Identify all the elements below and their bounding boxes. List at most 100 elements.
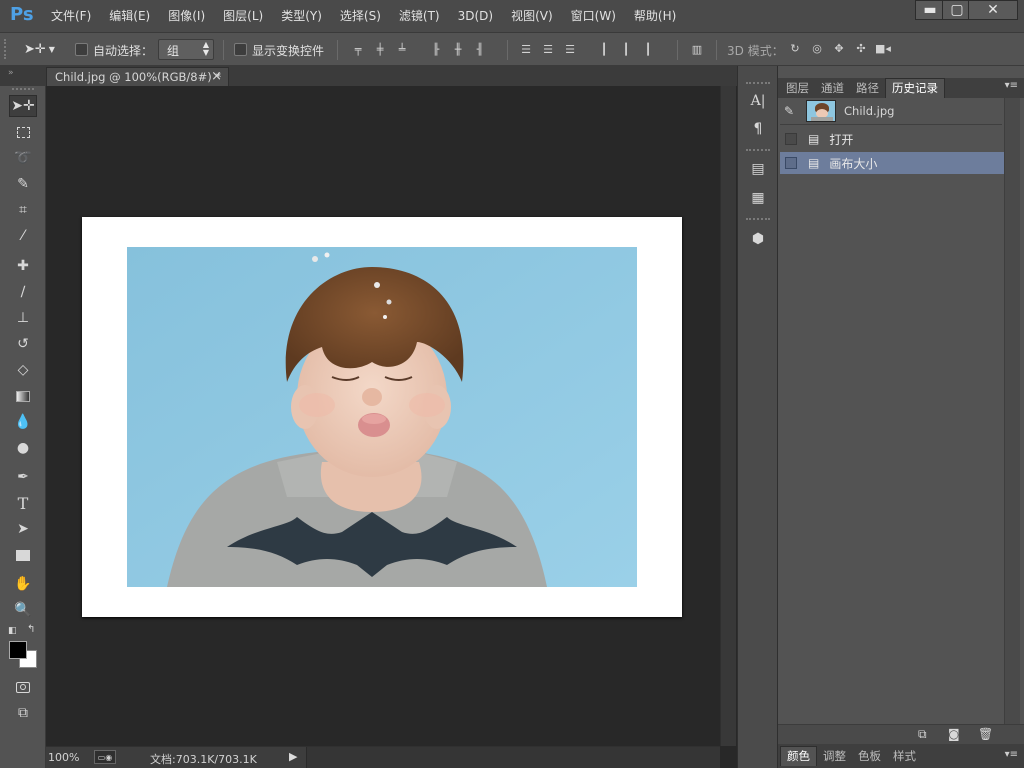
quick-mask-icon[interactable]: [9, 676, 37, 698]
history-step-selected[interactable]: ▤ 画布大小: [780, 152, 1004, 174]
crop-tool-icon[interactable]: ⌗: [9, 199, 37, 221]
lasso-tool-icon[interactable]: ➰: [9, 147, 37, 169]
collapse-toolbox-icon[interactable]: »: [8, 68, 14, 78]
trash-icon[interactable]: 🗑: [978, 727, 993, 741]
type-tool-icon[interactable]: T: [9, 492, 37, 514]
menu-view[interactable]: 视图(V): [502, 0, 562, 33]
panel-menu-icon[interactable]: ▾≡: [1005, 80, 1018, 91]
tab-paths[interactable]: 路径: [850, 79, 885, 98]
align-right-icon[interactable]: ╢: [472, 42, 488, 56]
healing-brush-tool-icon[interactable]: ✚: [9, 255, 37, 277]
align-bottom-icon[interactable]: ╧: [394, 42, 410, 56]
character-styles-icon[interactable]: ▤: [746, 158, 770, 180]
move-tool-icon[interactable]: ➤✛: [9, 95, 37, 117]
auto-select-checkbox[interactable]: [75, 43, 88, 56]
bottom-panel-menu-icon[interactable]: ▾≡: [1005, 749, 1018, 760]
menu-3d[interactable]: 3D(D): [449, 0, 502, 33]
3d-panel-icon[interactable]: ⬢: [746, 228, 770, 250]
history-step[interactable]: ▤ 打开: [780, 128, 1004, 150]
gradient-tool-icon[interactable]: [9, 385, 37, 407]
3d-drag-icon[interactable]: ✥: [831, 41, 847, 55]
clone-stamp-tool-icon[interactable]: ⊥: [9, 307, 37, 329]
paragraph-panel-icon[interactable]: ¶: [746, 118, 770, 140]
default-colors-icon[interactable]: ◧: [8, 626, 17, 636]
close-window-button[interactable]: ✕: [968, 0, 1018, 20]
distribute-vcenter-icon[interactable]: ☰: [540, 42, 556, 56]
tab-styles[interactable]: 样式: [887, 747, 922, 766]
align-hcenter-icon[interactable]: ╫: [450, 42, 466, 56]
status-menu-arrow-icon[interactable]: ▶: [289, 750, 297, 763]
character-panel-icon[interactable]: A|: [746, 90, 770, 112]
history-scrollbar[interactable]: [1004, 98, 1020, 724]
distribute-bottom-icon[interactable]: ☰: [562, 42, 578, 56]
menu-window[interactable]: 窗口(W): [562, 0, 625, 33]
minimize-button[interactable]: ▬: [915, 0, 945, 20]
screen-mode-icon[interactable]: ⧉: [9, 702, 37, 724]
tab-color[interactable]: 颜色: [780, 746, 817, 766]
hand-tool-icon[interactable]: ✋: [9, 573, 37, 595]
menu-layer[interactable]: 图层(L): [214, 0, 272, 33]
dock-grip[interactable]: [746, 82, 770, 85]
menu-edit[interactable]: 编辑(E): [100, 0, 159, 33]
document-tab[interactable]: Child.jpg @ 100%(RGB/8#) * ×: [46, 67, 229, 86]
align-vcenter-icon[interactable]: ╪: [372, 42, 388, 56]
menu-type[interactable]: 类型(Y): [272, 0, 331, 33]
tab-swatches[interactable]: 色板: [852, 747, 887, 766]
canvas[interactable]: [82, 217, 682, 617]
new-document-from-state-icon[interactable]: ⧉: [918, 727, 927, 742]
pen-tool-icon[interactable]: ✒: [9, 466, 37, 488]
toolbox-grip[interactable]: [12, 88, 34, 91]
tab-layers[interactable]: 图层: [780, 79, 815, 98]
tab-adjustments[interactable]: 调整: [817, 747, 852, 766]
camera-snapshot-icon[interactable]: ◙: [948, 727, 960, 741]
canvas-vertical-scrollbar[interactable]: [720, 86, 736, 746]
menu-image[interactable]: 图像(I): [159, 0, 214, 33]
history-snapshot[interactable]: ✎ Child.jpg: [780, 98, 1002, 125]
menu-help[interactable]: 帮助(H): [625, 0, 685, 33]
move-tool-preset-picker[interactable]: ➤✛ ▼: [24, 40, 64, 58]
path-selection-tool-icon[interactable]: ➤: [9, 518, 37, 540]
zoom-tool-icon[interactable]: 🔍: [9, 599, 37, 621]
history-brush-checkbox[interactable]: [785, 157, 797, 169]
zoom-level[interactable]: 100%: [48, 751, 79, 764]
rectangle-tool-icon[interactable]: [9, 544, 37, 566]
3d-rotate-icon[interactable]: ↻: [787, 41, 803, 55]
horizontal-scrollbar[interactable]: [306, 747, 720, 768]
align-left-icon[interactable]: ╟: [428, 42, 444, 56]
swap-colors-icon[interactable]: ↰: [27, 624, 35, 635]
menu-file[interactable]: 文件(F): [42, 0, 100, 33]
eyedropper-tool-icon[interactable]: ⁄: [9, 225, 37, 247]
history-brush-source-icon[interactable]: ✎: [784, 104, 802, 118]
history-brush-checkbox[interactable]: [785, 133, 797, 145]
distribute-left-icon[interactable]: ┃: [596, 42, 612, 56]
brush-tool-icon[interactable]: ∕: [9, 281, 37, 303]
align-top-icon[interactable]: ╤: [350, 42, 366, 56]
tab-history[interactable]: 历史记录: [885, 78, 945, 98]
history-brush-tool-icon[interactable]: ↺: [9, 333, 37, 355]
paragraph-styles-icon[interactable]: ▦: [746, 187, 770, 209]
3d-roll-icon[interactable]: ◎: [809, 41, 825, 55]
canvas-area[interactable]: [46, 86, 720, 746]
3d-slide-icon[interactable]: ✣: [853, 41, 869, 55]
dock-grip[interactable]: [746, 149, 770, 152]
eraser-tool-icon[interactable]: ◇: [9, 359, 37, 381]
quick-selection-tool-icon[interactable]: ✎: [9, 173, 37, 195]
print-preview-icon[interactable]: ▭◉: [94, 750, 116, 764]
auto-select-dropdown[interactable]: 组 ▲ ▼: [158, 39, 214, 60]
auto-align-layers-icon[interactable]: ▥: [689, 42, 705, 56]
document-tab-close-button[interactable]: ×: [211, 69, 222, 84]
distribute-right-icon[interactable]: ┃: [640, 42, 656, 56]
options-grip[interactable]: [4, 39, 7, 59]
3d-scale-icon[interactable]: ■◂: [875, 41, 891, 55]
show-transform-checkbox[interactable]: [234, 43, 247, 56]
dodge-tool-icon[interactable]: ●: [9, 437, 37, 459]
blur-tool-icon[interactable]: 💧: [9, 411, 37, 433]
marquee-tool-icon[interactable]: [9, 121, 37, 143]
tab-channels[interactable]: 通道: [815, 79, 850, 98]
menu-filter[interactable]: 滤镜(T): [390, 0, 449, 33]
menu-select[interactable]: 选择(S): [331, 0, 390, 33]
foreground-color-swatch[interactable]: [9, 641, 27, 659]
distribute-top-icon[interactable]: ☰: [518, 42, 534, 56]
distribute-hcenter-icon[interactable]: ┃: [618, 42, 634, 56]
dock-grip[interactable]: [746, 218, 770, 221]
